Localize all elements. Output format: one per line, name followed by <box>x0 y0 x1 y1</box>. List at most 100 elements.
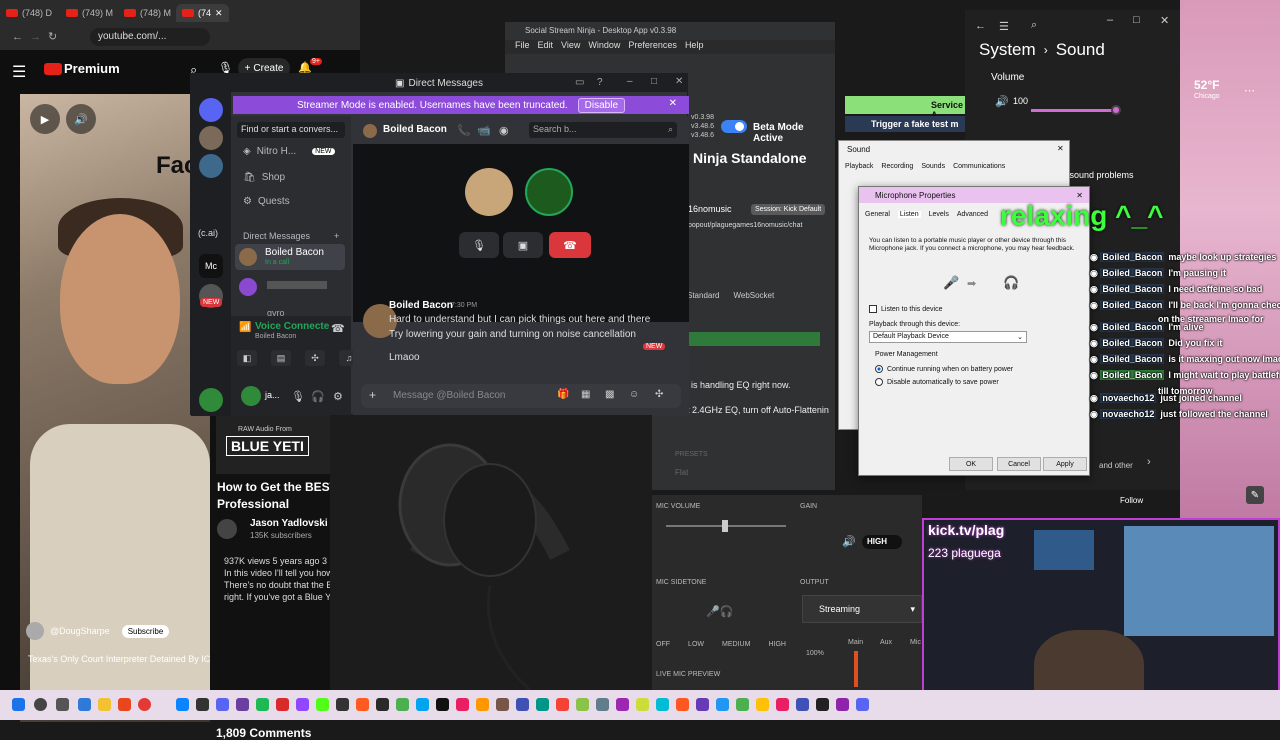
more-icon[interactable]: ⋯ <box>1244 84 1255 97</box>
tab-sounds[interactable]: Sounds <box>921 163 945 170</box>
back-icon[interactable]: ← <box>12 31 23 43</box>
discord-home-icon[interactable] <box>199 98 223 122</box>
menu-view[interactable]: View <box>561 40 580 54</box>
headphones-icon[interactable]: 🎧 <box>311 390 325 403</box>
gain-toggle[interactable]: HIGH <box>862 535 902 549</box>
chat-username[interactable]: Boiled_Bacon <box>1100 252 1165 262</box>
app-icon[interactable] <box>336 698 349 711</box>
message-composer[interactable]: + Message @Boiled Bacon 🎁 ▦ ▩ ☺ ✣ <box>361 384 681 408</box>
disable-button[interactable]: Disable <box>577 97 626 113</box>
service-banner[interactable]: Service A <box>845 96 967 120</box>
video-call-icon[interactable]: 📹 <box>477 124 491 137</box>
app-icon[interactable] <box>736 698 749 711</box>
gif-icon[interactable]: ▦ <box>581 389 590 400</box>
hamburger-menu-icon[interactable]: ☰ <box>12 62 26 82</box>
app-icon[interactable] <box>236 698 249 711</box>
playback-device-select[interactable]: Default Playback Device ⌄ <box>869 331 1027 343</box>
close-icon[interactable]: ✕ <box>675 76 683 87</box>
app-icon[interactable] <box>796 698 809 711</box>
apps-icon[interactable]: ✣ <box>655 389 663 400</box>
start-menu-icon[interactable] <box>12 698 25 711</box>
slider-knob[interactable] <box>722 520 728 532</box>
preset-flat[interactable]: Flat <box>675 468 688 477</box>
dm-item[interactable] <box>237 278 347 296</box>
apply-button[interactable]: Apply <box>1043 457 1087 471</box>
tab-listen[interactable]: Listen <box>897 211 921 218</box>
beta-toggle[interactable] <box>721 120 747 133</box>
chat-username[interactable]: Boiled_Bacon <box>1100 300 1165 310</box>
chat-username[interactable]: Boiled_Bacon <box>1100 370 1165 380</box>
volume-slider-knob[interactable] <box>1111 105 1121 115</box>
listen-checkbox[interactable] <box>869 305 877 313</box>
output-select[interactable]: Streaming ▾ <box>802 595 922 623</box>
profile-icon[interactable]: ◉ <box>499 124 509 137</box>
activities-icon[interactable]: ✣ <box>305 350 325 366</box>
inbox-icon[interactable]: ▭ <box>575 77 584 88</box>
video-player[interactable]: ▶ 🔊 Fac @DougSharpe Subscribe Texas's On… <box>20 94 216 722</box>
app-icon[interactable] <box>176 698 189 711</box>
mic-icon[interactable]: 🎙 <box>291 390 305 403</box>
level-low[interactable]: LOW <box>688 641 704 648</box>
browser-tab-active[interactable]: (74 ✕ <box>176 4 229 22</box>
chat-username[interactable]: novaecho12 <box>1100 409 1157 419</box>
app-icon[interactable] <box>556 698 569 711</box>
server-icon[interactable] <box>199 126 223 150</box>
server-icon[interactable] <box>199 154 223 178</box>
sidebar-item-shop[interactable]: 🛍 Shop <box>243 172 285 183</box>
emoji-icon[interactable]: ☺ <box>629 389 639 400</box>
close-icon[interactable]: ✕ <box>1057 144 1064 153</box>
app-icon[interactable] <box>756 698 769 711</box>
radio-disable[interactable] <box>875 378 883 386</box>
browser-icon[interactable] <box>138 698 151 711</box>
app-icon[interactable] <box>436 698 449 711</box>
search-icon[interactable] <box>34 698 47 711</box>
message-author[interactable]: Boiled Bacon <box>389 300 453 311</box>
channel-avatar[interactable] <box>217 519 237 539</box>
browser-tab[interactable]: (748) M <box>118 4 177 22</box>
forward-icon[interactable]: → <box>30 31 41 43</box>
attach-plus-icon[interactable]: + <box>369 388 376 402</box>
app-icon[interactable] <box>776 698 789 711</box>
app-icon[interactable] <box>496 698 509 711</box>
close-icon[interactable]: ✕ <box>1160 14 1169 27</box>
user-avatar[interactable] <box>241 386 261 406</box>
add-dm-icon[interactable]: + <box>334 231 339 241</box>
back-icon[interactable]: ← <box>975 20 986 32</box>
server-label[interactable]: (c.ai) <box>198 228 218 238</box>
tab-websocket[interactable]: WebSocket <box>733 291 774 300</box>
play-icon[interactable]: ▶ <box>30 104 60 134</box>
app-icon[interactable] <box>596 698 609 711</box>
kick-icon[interactable] <box>316 698 329 711</box>
chat-username[interactable]: Boiled_Bacon <box>1100 322 1165 332</box>
close-banner-icon[interactable]: ✕ <box>669 98 677 109</box>
tab-standard[interactable]: Standard <box>687 291 719 300</box>
app-icon[interactable] <box>856 698 869 711</box>
find-conversation-input[interactable]: Find or start a convers... <box>237 122 345 138</box>
search-icon[interactable]: ⌕ <box>1031 19 1037 32</box>
app-icon[interactable] <box>296 698 309 711</box>
screenshare-icon[interactable]: ▤ <box>271 350 291 366</box>
server-mc[interactable]: Mc <box>199 254 223 278</box>
minimize-icon[interactable]: – <box>627 76 633 87</box>
ok-button[interactable]: OK <box>949 457 993 471</box>
close-icon[interactable]: ✕ <box>1076 191 1083 200</box>
chat-username[interactable]: Boiled_Bacon <box>1100 354 1165 364</box>
main-mix-fader[interactable] <box>854 651 858 687</box>
app-icon[interactable] <box>456 698 469 711</box>
browser-tab[interactable]: (748) D <box>0 4 58 22</box>
gift-icon[interactable]: 🎁 <box>557 389 569 400</box>
menu-preferences[interactable]: Preferences <box>628 40 677 54</box>
browser-tab[interactable]: (749) M <box>60 4 119 22</box>
sticker-icon[interactable]: ▩ <box>605 389 614 400</box>
chat-username[interactable]: Boiled_Bacon <box>1100 284 1165 294</box>
app-icon[interactable] <box>576 698 589 711</box>
tab-levels[interactable]: Levels <box>929 211 949 218</box>
task-view-icon[interactable] <box>56 698 69 711</box>
app-icon[interactable] <box>416 698 429 711</box>
tab-communications[interactable]: Communications <box>953 163 1005 170</box>
hamburger-menu-icon[interactable]: ☰ <box>999 20 1009 33</box>
edit-pencil-icon[interactable]: ✎ <box>1246 486 1264 504</box>
menu-file[interactable]: File <box>515 40 530 54</box>
level-medium[interactable]: MEDIUM <box>722 641 750 648</box>
disconnect-icon[interactable]: ☎ <box>331 322 345 335</box>
